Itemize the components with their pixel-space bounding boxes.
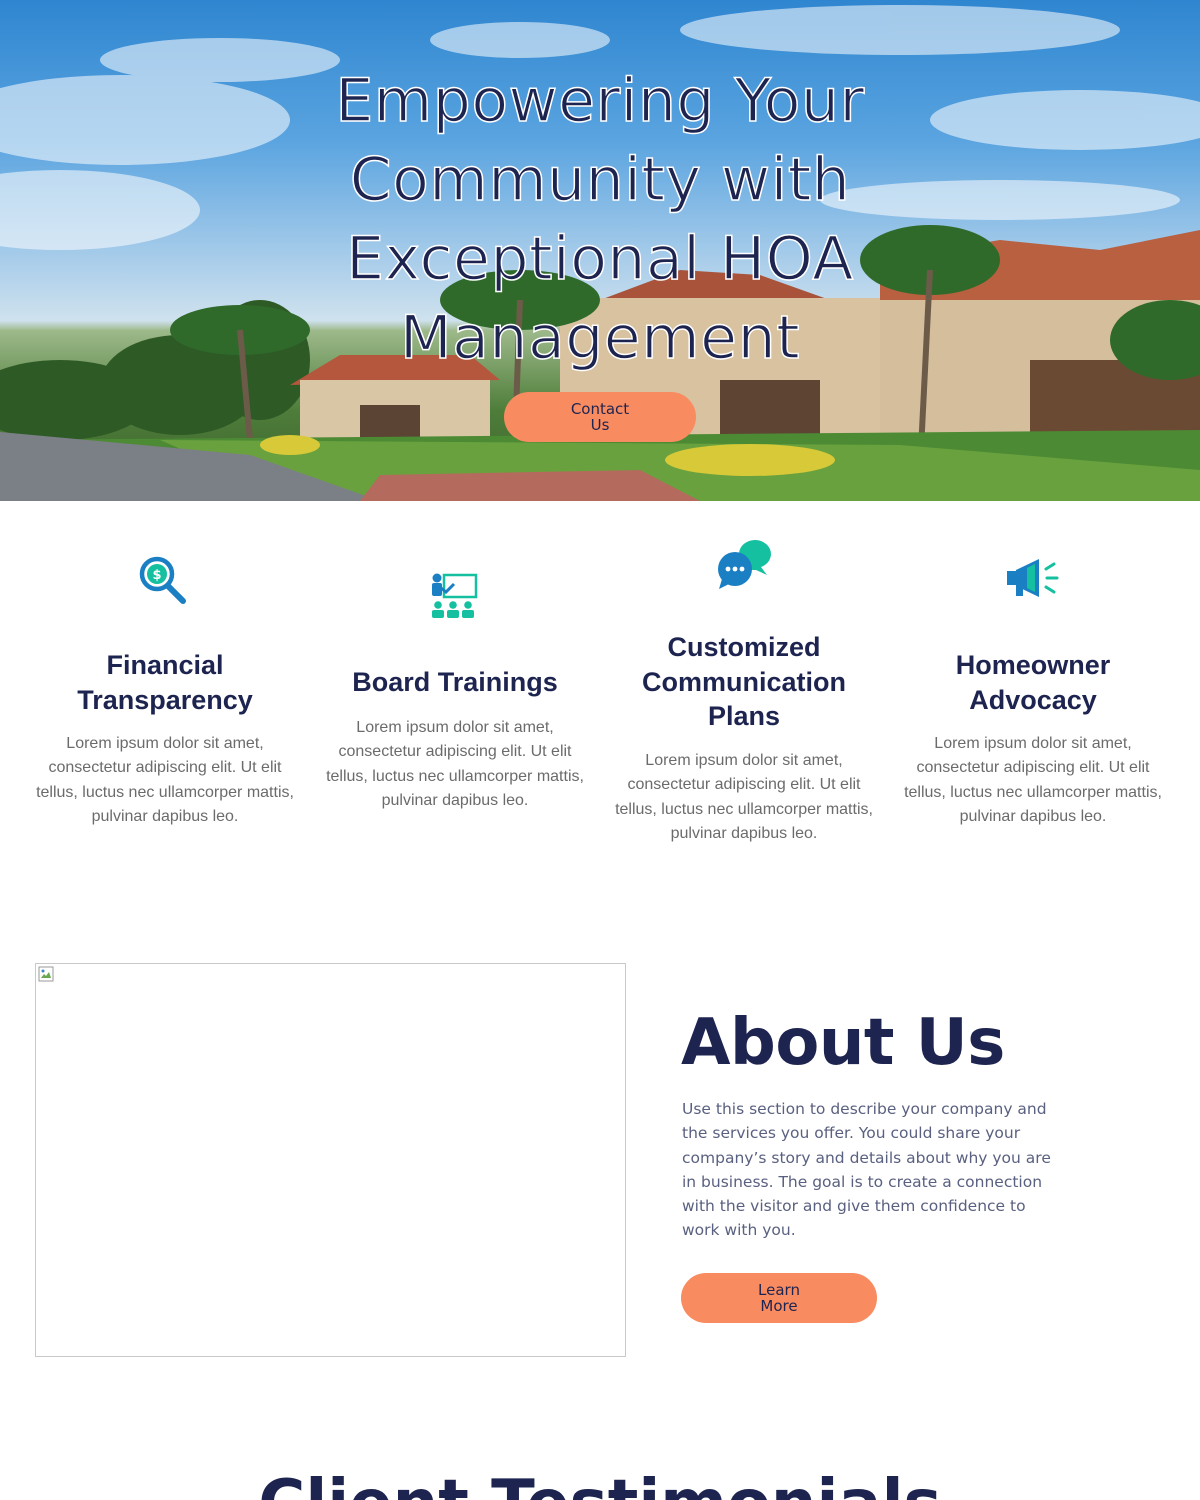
hero-heading: Empowering Your Community with Exception… bbox=[335, 65, 865, 374]
about-heading: About Us bbox=[681, 1006, 1005, 1080]
feature-title: Homeowner Advocacy bbox=[955, 650, 1111, 715]
presentation-training-icon bbox=[432, 573, 478, 618]
feature-description: Lorem ipsum dolor sit amet, consectetur … bbox=[36, 735, 294, 825]
hero-section: Empowering Your Community with Exception… bbox=[0, 0, 1200, 501]
contact-us-label: Contact Us bbox=[570, 400, 630, 434]
feature-title: Customized Communication Plans bbox=[641, 632, 846, 731]
feature-description: Lorem ipsum dolor sit amet, consectetur … bbox=[904, 735, 1162, 825]
feature-description: Lorem ipsum dolor sit amet, consectetur … bbox=[326, 719, 584, 809]
chat-bubbles-icon bbox=[718, 540, 771, 589]
about-description: Use this section to describe your compan… bbox=[682, 1100, 1051, 1240]
feature-title: Board Trainings bbox=[352, 667, 558, 697]
testimonials-heading: Client Testimonials bbox=[0, 1466, 1200, 1500]
feature-description: Lorem ipsum dolor sit amet, consectetur … bbox=[615, 752, 873, 842]
about-image-placeholder bbox=[35, 963, 626, 1357]
feature-title: Financial Transparency bbox=[77, 650, 253, 715]
megaphone-icon bbox=[1007, 559, 1059, 597]
svg-text:$: $ bbox=[152, 568, 161, 583]
dollar-magnifier-icon: $ bbox=[139, 556, 186, 604]
learn-more-label: Learn More bbox=[758, 1281, 800, 1315]
broken-image-icon bbox=[38, 966, 54, 982]
contact-us-button[interactable]: Contact Us bbox=[504, 392, 696, 442]
learn-more-button[interactable]: Learn More bbox=[681, 1273, 877, 1323]
